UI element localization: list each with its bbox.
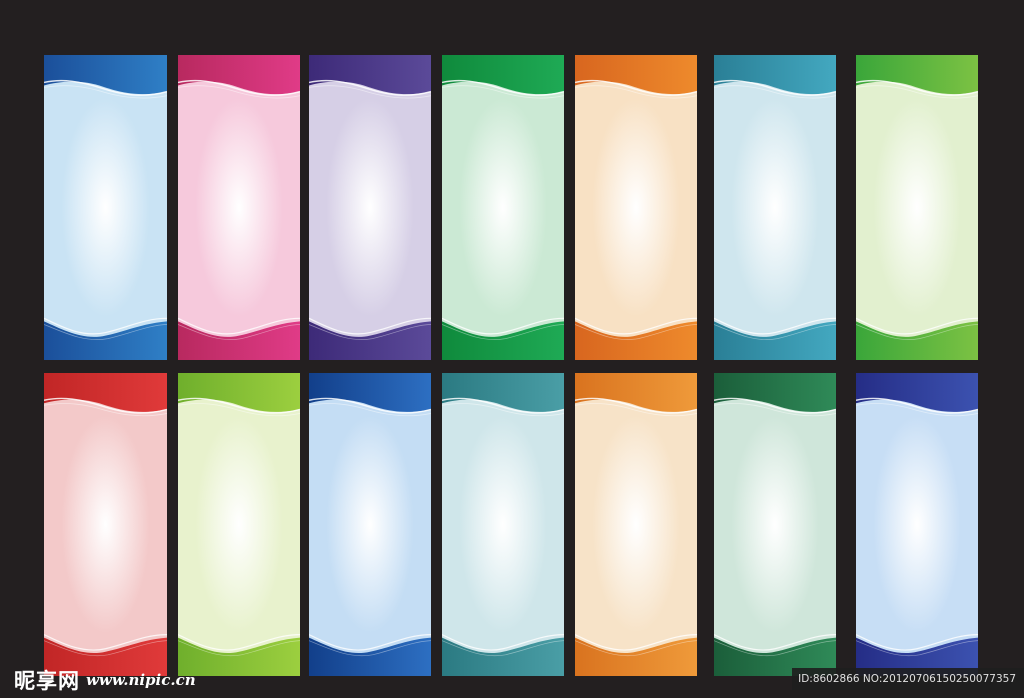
banner-art — [575, 55, 697, 360]
panel-background — [309, 55, 431, 360]
panel-background — [856, 373, 978, 676]
panel-background — [178, 55, 300, 360]
banner-art — [178, 55, 300, 360]
canvas: 昵享网 www.nipic.cn ID:8602866 NO:201207061… — [0, 0, 1024, 698]
banner-art — [575, 373, 697, 676]
watermark-id: ID:8602866 NO:20120706150250077357 — [792, 668, 1024, 690]
banner-panel-yellow-green — [178, 373, 300, 676]
panel-background — [714, 373, 836, 676]
banner-panel-amber — [575, 373, 697, 676]
banner-art — [309, 55, 431, 360]
banner-art — [309, 373, 431, 676]
panel-background — [856, 55, 978, 360]
banner-art — [178, 373, 300, 676]
banner-art — [44, 373, 167, 676]
panel-background — [442, 55, 564, 360]
banner-panel-indigo — [856, 373, 978, 676]
panel-background — [575, 55, 697, 360]
banner-panel-blue — [44, 55, 167, 360]
panel-background — [575, 373, 697, 676]
banner-panel-magenta — [178, 55, 300, 360]
watermark-brand: 昵享网 — [14, 669, 80, 693]
banner-panel-teal — [714, 55, 836, 360]
banner-panel-green — [442, 55, 564, 360]
panel-background — [44, 55, 167, 360]
banner-panel-navy-blue — [309, 373, 431, 676]
banner-panel-lime — [856, 55, 978, 360]
panel-background — [309, 373, 431, 676]
banner-art — [442, 373, 564, 676]
banner-panel-dark-teal — [442, 373, 564, 676]
banner-art — [856, 55, 978, 360]
banner-art — [44, 55, 167, 360]
banner-art — [714, 373, 836, 676]
panel-background — [442, 373, 564, 676]
banner-panel-red — [44, 373, 167, 676]
watermark-site: www.nipic.cn — [86, 671, 196, 689]
banner-art — [714, 55, 836, 360]
banner-art — [856, 373, 978, 676]
banner-panel-orange — [575, 55, 697, 360]
banner-art — [442, 55, 564, 360]
banner-panel-forest-green — [714, 373, 836, 676]
panel-background — [44, 373, 167, 676]
panel-background — [178, 373, 300, 676]
watermark-logo: 昵享网 www.nipic.cn — [14, 666, 196, 694]
banner-panel-purple — [309, 55, 431, 360]
panel-background — [714, 55, 836, 360]
